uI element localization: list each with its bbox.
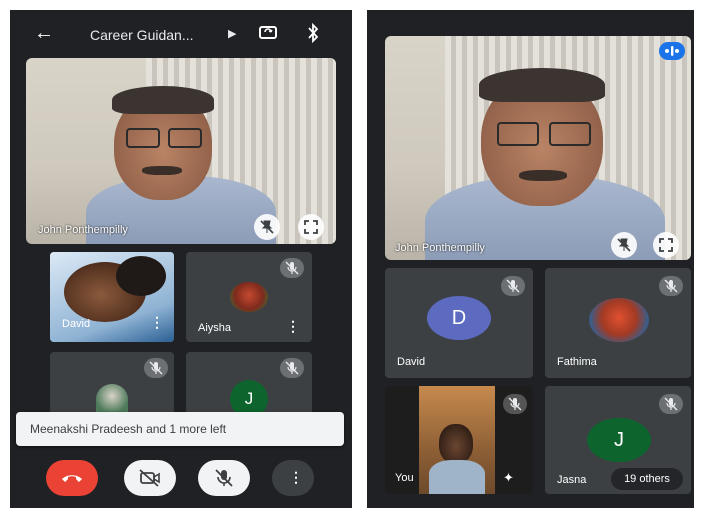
top-bar: ← Career Guidan... ▶ <box>10 10 352 58</box>
meeting-title[interactable]: Career Guidan... <box>90 27 194 43</box>
speaking-indicator <box>659 42 685 60</box>
camera-toggle-button[interactable] <box>124 460 176 496</box>
more-vert-icon: ⋮ <box>289 469 303 485</box>
participant-tile-you[interactable]: You ✦ <box>385 386 533 494</box>
tile-name: David <box>62 318 91 330</box>
tile-name: Jasna <box>557 474 587 486</box>
switch-camera-icon[interactable] <box>258 22 278 42</box>
participant-tile-fathima[interactable]: Fathima <box>545 268 691 378</box>
mic-off-icon <box>215 469 233 487</box>
end-call-button[interactable] <box>46 460 98 496</box>
caret-right-icon[interactable]: ▶ <box>228 27 236 40</box>
mic-off-icon <box>506 279 520 293</box>
pin-button[interactable] <box>611 232 637 258</box>
participant-tile-david[interactable]: David ⋮ <box>50 252 174 342</box>
mic-off-icon <box>664 397 678 411</box>
participants-left-toast: Meenakshi Pradeesh and 1 more left <box>16 412 344 446</box>
muted-indicator <box>659 394 683 414</box>
mic-off-icon <box>664 279 678 293</box>
muted-indicator <box>144 358 168 378</box>
avatar-letter: D <box>427 296 491 340</box>
mic-off-icon <box>149 361 163 375</box>
more-vert-icon[interactable]: ⋮ <box>150 314 164 331</box>
pin-button[interactable] <box>254 214 280 240</box>
participant-tile-david[interactable]: D David <box>385 268 533 378</box>
avatar-letter: J <box>587 418 651 462</box>
participant-tile[interactable] <box>50 352 174 414</box>
muted-indicator <box>659 276 683 296</box>
fullscreen-button[interactable] <box>298 214 324 240</box>
pin-off-icon <box>260 220 274 234</box>
mic-toggle-button[interactable] <box>198 460 250 496</box>
participant-tile-jasna[interactable]: J Jasna 19 others <box>545 386 691 494</box>
left-meet-screen: ← Career Guidan... ▶ John Ponthempilly D… <box>10 10 352 508</box>
toast-text: Meenakshi Pradeesh and 1 more left <box>30 422 227 436</box>
pin-off-icon <box>617 238 631 252</box>
avatar <box>96 384 128 414</box>
muted-indicator <box>280 358 304 378</box>
bluetooth-icon[interactable] <box>306 23 320 43</box>
tile-name: You <box>395 472 414 484</box>
right-meet-screen: John Ponthempilly D David Fathima You ✦ … <box>367 10 694 508</box>
avatar <box>230 282 268 312</box>
mic-off-icon <box>508 397 522 411</box>
fullscreen-icon <box>304 220 318 234</box>
phone-hangup-icon <box>62 475 82 482</box>
camera-off-icon <box>139 469 160 487</box>
tile-name: Fathima <box>557 356 597 368</box>
tile-name: David <box>397 356 426 368</box>
mic-off-icon <box>285 361 299 375</box>
participant-tile[interactable]: J <box>186 352 312 414</box>
muted-indicator <box>501 276 525 296</box>
tile-name: Aiysha <box>198 322 232 334</box>
participant-tile-aiysha[interactable]: Aiysha ⋮ <box>186 252 312 342</box>
speaker-name-label: John Ponthempilly <box>395 242 485 254</box>
fullscreen-button[interactable] <box>653 232 679 258</box>
main-speaker-video[interactable]: John Ponthempilly <box>385 36 691 260</box>
avatar <box>589 298 649 342</box>
avatar-letter: J <box>230 380 268 414</box>
more-vert-icon[interactable]: ⋮ <box>286 318 300 335</box>
audio-wave-icon <box>665 46 679 56</box>
mic-off-icon <box>285 261 299 275</box>
others-count-badge[interactable]: 19 others <box>611 468 683 490</box>
back-arrow-icon[interactable]: ← <box>34 23 54 43</box>
fullscreen-icon <box>659 238 673 252</box>
muted-indicator <box>503 394 527 414</box>
main-speaker-video[interactable]: John Ponthempilly <box>26 58 336 244</box>
speaker-name-label: John Ponthempilly <box>38 224 128 236</box>
muted-indicator <box>280 258 304 278</box>
effects-sparkle-icon[interactable]: ✦ <box>503 470 514 486</box>
more-options-button[interactable]: ⋮ <box>272 460 314 496</box>
